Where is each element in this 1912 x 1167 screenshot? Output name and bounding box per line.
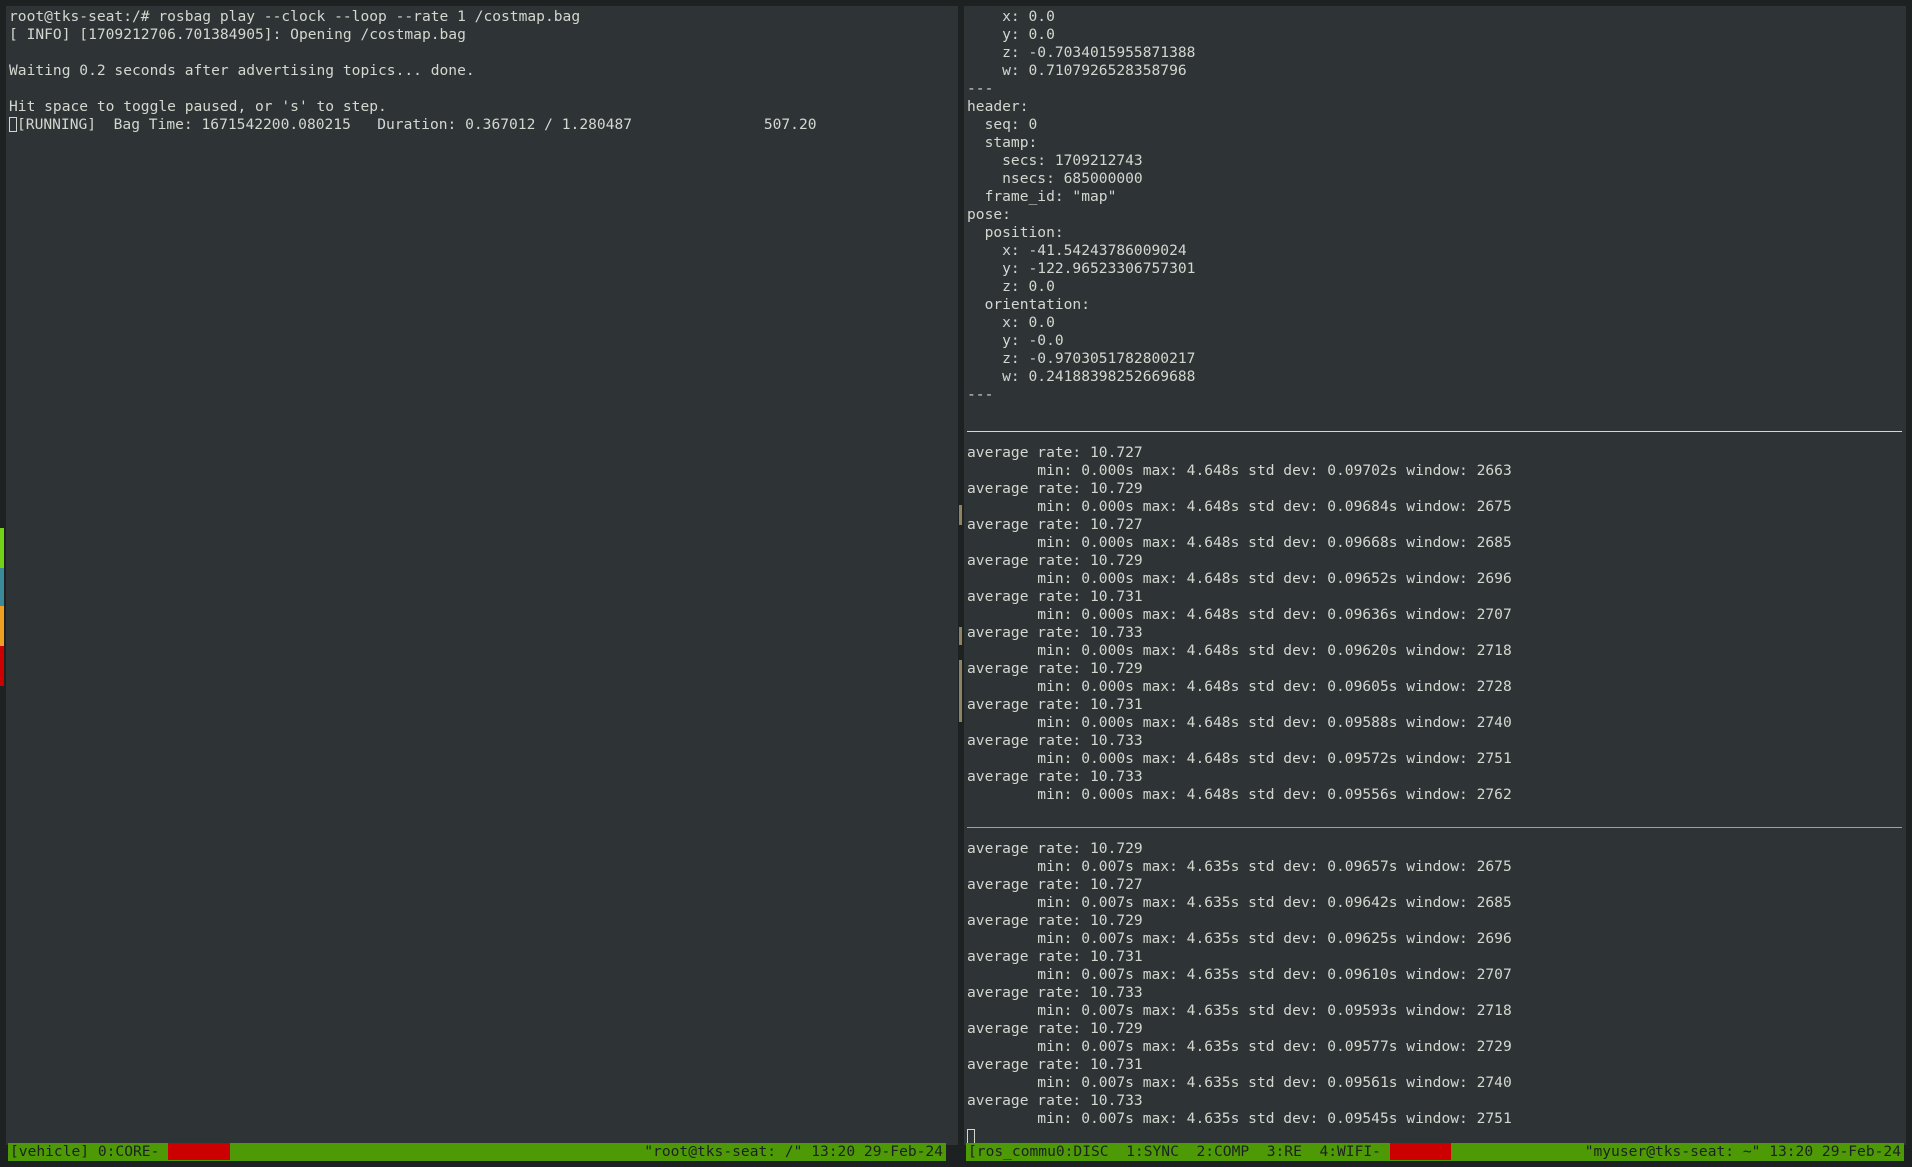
terminal-line: header: xyxy=(967,98,1029,115)
tmux-active-window[interactable]: 1:CUST* xyxy=(168,1143,230,1160)
terminal-line: average rate: 10.729 xyxy=(967,480,1143,497)
rosbag-output: root@tks-seat:/# rosbag play --clock --l… xyxy=(6,6,958,134)
terminal-line: orientation: xyxy=(967,296,1091,313)
accent-bar-orange xyxy=(0,606,4,646)
terminal-line: average rate: 10.733 xyxy=(967,768,1143,785)
terminal-line: min: 0.000s max: 4.648s std dev: 0.09668… xyxy=(967,534,1512,551)
terminal-line: average rate: 10.729 xyxy=(967,660,1143,677)
terminal-line: min: 0.000s max: 4.648s std dev: 0.09572… xyxy=(967,750,1512,767)
pose-echo-output: x: 0.0 y: 0.0 z: -0.7034015955871388 w: … xyxy=(964,6,1906,404)
terminal-line: Hit space to toggle paused, or 's' to st… xyxy=(9,98,387,115)
terminal-line: average rate: 10.729 xyxy=(967,552,1143,569)
terminal-line: z: -0.9703051782800217 xyxy=(967,350,1196,367)
terminal-line: average rate: 10.727 xyxy=(967,444,1143,461)
terminal-line: w: 0.7107926528358796 xyxy=(967,62,1187,79)
pane-scroll-marker xyxy=(959,660,962,722)
pane-divider xyxy=(967,431,1902,432)
terminal-line: average rate: 10.731 xyxy=(967,948,1143,965)
terminal-line: min: 0.000s max: 4.648s std dev: 0.09588… xyxy=(967,714,1512,731)
tmux-active-window[interactable]: 5:CUST* xyxy=(1389,1143,1452,1160)
accent-bar-teal xyxy=(0,568,4,606)
terminal-cursor xyxy=(9,117,17,132)
terminal-line: average rate: 10.733 xyxy=(967,984,1143,1001)
terminal-pane-topics[interactable]: x: 0.0 y: 0.0 z: -0.7034015955871388 w: … xyxy=(964,6,1906,1145)
terminal-line: root@tks-seat:/# rosbag play --clock --l… xyxy=(9,8,581,25)
pane-scroll-marker xyxy=(959,505,962,525)
terminal-line: min: 0.007s max: 4.635s std dev: 0.09593… xyxy=(967,1002,1512,1019)
terminal-line: min: 0.000s max: 4.648s std dev: 0.09652… xyxy=(967,570,1512,587)
terminal-line: seq: 0 xyxy=(967,116,1038,133)
terminal-line: min: 0.000s max: 4.648s std dev: 0.09620… xyxy=(967,642,1512,659)
terminal-line: min: 0.007s max: 4.635s std dev: 0.09577… xyxy=(967,1038,1512,1055)
terminal-line: average rate: 10.731 xyxy=(967,1056,1143,1073)
terminal-line: y: -0.0 xyxy=(967,332,1064,349)
terminal-line: z: 0.0 xyxy=(967,278,1055,295)
terminal-line: average rate: 10.733 xyxy=(967,1092,1143,1109)
terminal-line: min: 0.007s max: 4.635s std dev: 0.09625… xyxy=(967,930,1512,947)
running-status-line: [RUNNING] Bag Time: 1671542200.080215 Du… xyxy=(9,116,958,134)
terminal-line: average rate: 10.731 xyxy=(967,588,1143,605)
terminal-cursor xyxy=(967,1129,975,1144)
terminal-line: average rate: 10.729 xyxy=(967,1020,1143,1037)
tmux-status-info: "myuser@tks-seat: ~" 13:20 29-Feb-24 xyxy=(1584,1143,1901,1160)
tmux-status-info: "root@tks-seat: /" 13:20 29-Feb-24 xyxy=(644,1143,943,1160)
terminal-line: z: -0.7034015955871388 xyxy=(967,44,1196,61)
terminal-line: position: xyxy=(967,224,1064,241)
terminal-line: average rate: 10.729 xyxy=(967,840,1143,857)
terminal-line: average rate: 10.729 xyxy=(967,912,1143,929)
terminal-pane-rosbag[interactable]: root@tks-seat:/# rosbag play --clock --l… xyxy=(6,6,958,1145)
terminal-line: min: 0.007s max: 4.635s std dev: 0.09642… xyxy=(967,894,1512,911)
tmux-window-list[interactable]: [ros_commu0:DISC 1:SYNC 2:COMP 3:RE 4:WI… xyxy=(968,1143,1390,1160)
terminal-line: average rate: 10.727 xyxy=(967,876,1143,893)
terminal-line: w: 0.24188398252669688 xyxy=(967,368,1196,385)
tmux-status-bar-left: [vehicle] 0:CORE- 1:CUST* "root@tks-seat… xyxy=(8,1143,946,1161)
terminal-line: min: 0.007s max: 4.635s std dev: 0.09657… xyxy=(967,858,1512,875)
terminal-line: min: 0.000s max: 4.648s std dev: 0.09702… xyxy=(967,462,1512,479)
terminal-line: average rate: 10.731 xyxy=(967,696,1143,713)
terminal-line: y: -122.96523306757301 xyxy=(967,260,1196,277)
terminal-line: x: 0.0 xyxy=(967,8,1055,25)
terminal-line: average rate: 10.733 xyxy=(967,624,1143,641)
terminal-line: --- xyxy=(967,80,994,97)
terminal-line: nsecs: 685000000 xyxy=(967,170,1143,187)
terminal-line: min: 0.000s max: 4.648s std dev: 0.09636… xyxy=(967,606,1512,623)
hz-output-lower[interactable]: average rate: 10.729 min: 0.007s max: 4.… xyxy=(964,838,1906,1145)
terminal-line: Waiting 0.2 seconds after advertising to… xyxy=(9,62,475,79)
terminal-line: average rate: 10.727 xyxy=(967,516,1143,533)
pane-divider-active xyxy=(967,827,1902,828)
pane-scroll-marker xyxy=(959,627,962,645)
terminal-line: x: 0.0 xyxy=(967,314,1055,331)
terminal-line: [ INFO] [1709212706.701384905]: Opening … xyxy=(9,26,466,43)
tmux-status-bar-right: [ros_commu0:DISC 1:SYNC 2:COMP 3:RE 4:WI… xyxy=(966,1143,1904,1161)
terminal-line: min: 0.000s max: 4.648s std dev: 0.09556… xyxy=(967,786,1512,803)
terminal-line: --- xyxy=(967,386,994,403)
terminal-line: frame_id: "map" xyxy=(967,188,1117,205)
hz-output-upper: average rate: 10.727 min: 0.000s max: 4.… xyxy=(964,442,1906,804)
terminal-line: min: 0.000s max: 4.648s std dev: 0.09605… xyxy=(967,678,1512,695)
accent-bar-green xyxy=(0,528,4,568)
terminal-line: min: 0.000s max: 4.648s std dev: 0.09684… xyxy=(967,498,1512,515)
terminal-line: min: 0.007s max: 4.635s std dev: 0.09610… xyxy=(967,966,1512,983)
accent-bar-red xyxy=(0,646,4,686)
terminal-line: pose: xyxy=(967,206,1011,223)
tmux-window-list[interactable]: [vehicle] 0:CORE- xyxy=(10,1143,168,1160)
terminal-line: stamp: xyxy=(967,134,1038,151)
terminal-line: average rate: 10.733 xyxy=(967,732,1143,749)
terminal-line: y: 0.0 xyxy=(967,26,1055,43)
running-status-text: [RUNNING] Bag Time: 1671542200.080215 Du… xyxy=(17,116,817,133)
terminal-line: min: 0.007s max: 4.635s std dev: 0.09561… xyxy=(967,1074,1512,1091)
terminal-line: x: -41.54243786009024 xyxy=(967,242,1187,259)
terminal-line: min: 0.007s max: 4.635s std dev: 0.09545… xyxy=(967,1110,1512,1127)
terminal-line: secs: 1709212743 xyxy=(967,152,1143,169)
